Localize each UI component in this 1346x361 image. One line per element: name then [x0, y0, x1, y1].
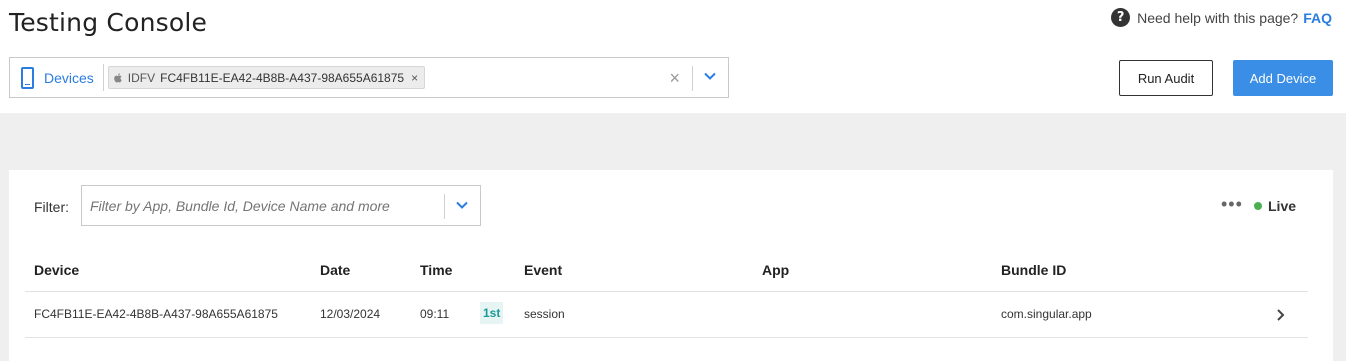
chevron-right-icon[interactable] — [1274, 307, 1288, 323]
devices-label[interactable]: Devices — [44, 70, 94, 86]
column-header-bundle-id: Bundle ID — [1001, 262, 1067, 278]
column-header-event: Event — [524, 262, 563, 278]
first-event-badge: 1st — [480, 302, 504, 324]
run-audit-button[interactable]: Run Audit — [1119, 60, 1213, 96]
cell-device: FC4FB11E-EA42-4B8B-A437-98A655A61875 — [34, 307, 278, 321]
cell-bundle-id: com.singular.app — [1001, 307, 1092, 321]
page-title: Testing Console — [9, 8, 208, 37]
filter-dropdown[interactable] — [81, 185, 481, 226]
column-header-device: Device — [34, 262, 80, 278]
divider — [102, 64, 104, 91]
live-dot-icon — [1254, 202, 1262, 210]
chevron-down-icon[interactable] — [702, 68, 718, 84]
chip-remove-icon[interactable]: × — [411, 71, 418, 85]
chip-type: IDFV — [127, 70, 156, 85]
clear-icon[interactable]: × — [669, 68, 680, 89]
column-header-date: Date — [320, 262, 351, 278]
question-circle-icon[interactable]: ? — [1111, 8, 1131, 27]
device-selector[interactable]: Devices IDFV FC4FB11E-EA42-4B8B-A437-98A… — [9, 57, 729, 98]
apple-icon — [114, 72, 122, 83]
column-header-app: App — [762, 262, 790, 278]
cell-date: 12/03/2024 — [320, 307, 381, 321]
cell-time: 09:11 — [420, 307, 450, 321]
chevron-down-icon[interactable] — [454, 197, 470, 213]
device-chip: IDFV FC4FB11E-EA42-4B8B-A437-98A655A6187… — [107, 66, 426, 89]
cell-event: session — [524, 307, 565, 321]
divider — [692, 66, 693, 91]
column-header-time: Time — [420, 262, 453, 278]
faq-link[interactable]: FAQ — [1303, 10, 1332, 26]
live-label: Live — [1268, 198, 1297, 214]
more-dots-icon[interactable]: ••• — [1221, 195, 1243, 213]
add-device-button[interactable]: Add Device — [1233, 60, 1333, 96]
chip-value: FC4FB11E-EA42-4B8B-A437-98A655A61875 — [160, 70, 405, 85]
table-row[interactable]: FC4FB11E-EA42-4B8B-A437-98A655A61875 12/… — [25, 292, 1308, 338]
filter-label: Filter: — [34, 199, 69, 215]
phone-icon — [21, 66, 34, 89]
divider — [444, 194, 445, 219]
help-text: Need help with this page? — [1137, 9, 1299, 26]
filter-input[interactable] — [90, 198, 440, 214]
live-status: Live — [1254, 198, 1296, 214]
events-card: Filter: ••• Live Device Date Time Event … — [9, 170, 1333, 361]
help-area: ? Need help with this page? FAQ — [1111, 8, 1332, 27]
